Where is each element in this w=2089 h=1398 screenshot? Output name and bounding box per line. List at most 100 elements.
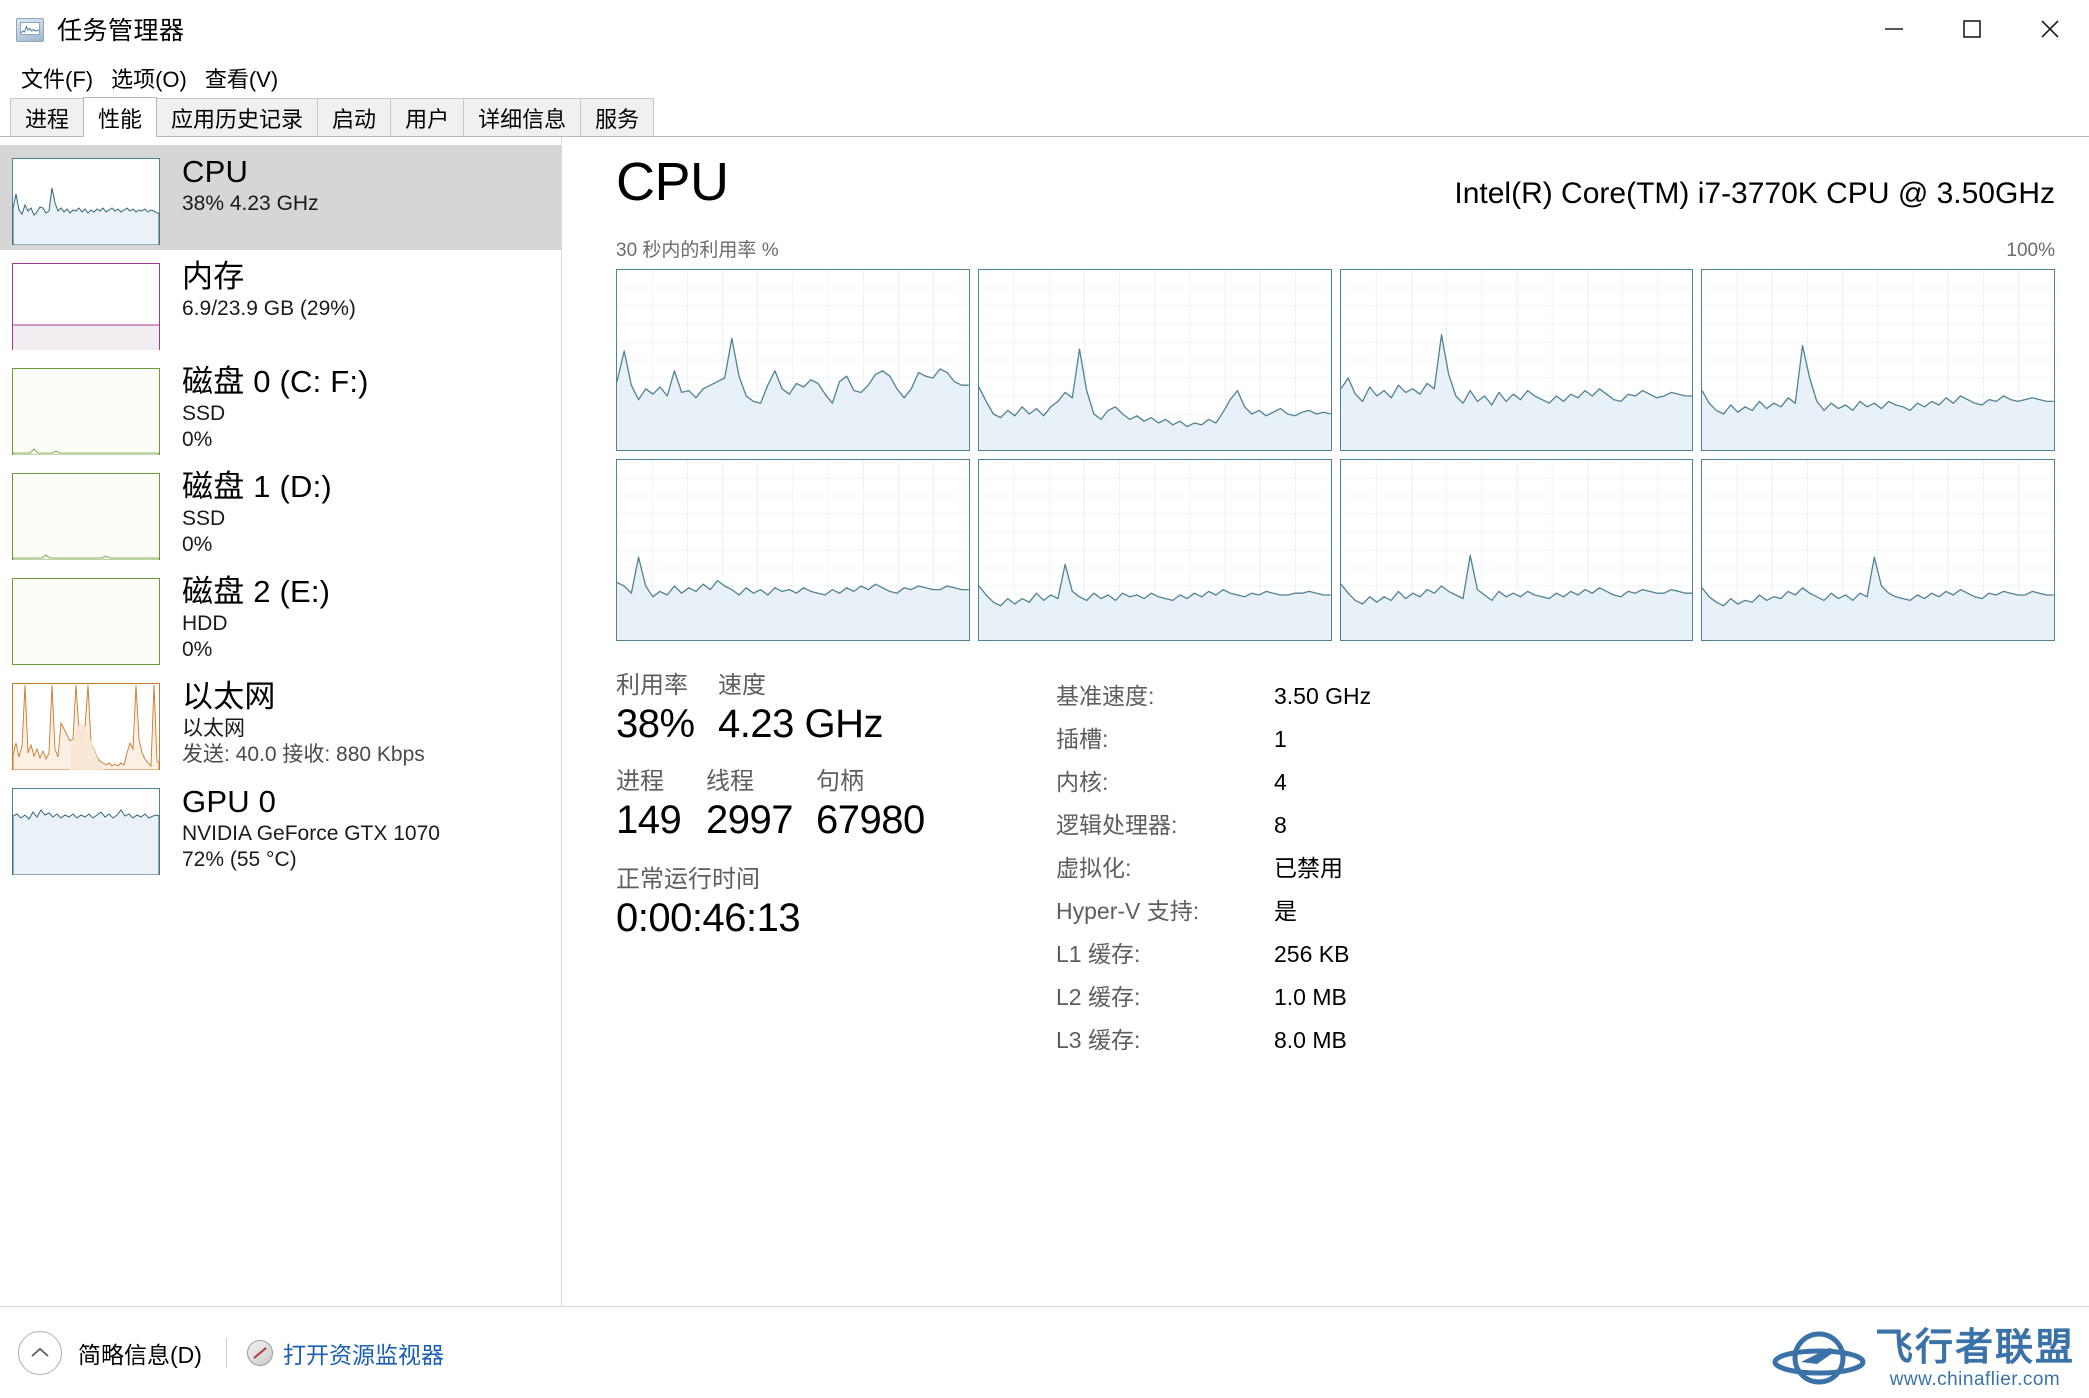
open-resource-monitor-link[interactable]: 打开资源监视器	[283, 1336, 444, 1370]
sidebar-item-memory[interactable]: 内存 6.9/23.9 GB (29%)	[0, 250, 561, 355]
logical-processor-graph-4	[616, 459, 970, 641]
task-manager-window: 任务管理器 文件(F) 选项(O) 查看(V) 进程 性能 应用历史记录 启动 …	[0, 0, 2089, 1398]
tab-startup[interactable]: 启动	[317, 98, 392, 136]
tab-users[interactable]: 用户	[390, 98, 465, 136]
tab-services[interactable]: 服务	[580, 98, 655, 136]
menu-bar: 文件(F) 选项(O) 查看(V)	[0, 58, 2089, 98]
tab-processes[interactable]: 进程	[10, 98, 85, 136]
stat-group-uptime: 正常运行时间 0:00:46:13	[616, 865, 1056, 941]
detail-sockets-key: 插槽:	[1056, 726, 1109, 752]
sidebar-item-disk-2[interactable]: 磁盘 2 (E:) HDD 0%	[0, 565, 561, 670]
stat-utilization-label: 利用率	[616, 672, 688, 699]
detail-cores-key: 内核:	[1056, 769, 1109, 795]
sidebar-cpu-title: CPU	[182, 154, 249, 189]
sidebar-ethernet-title: 以太网	[182, 679, 276, 714]
sidebar-gpu-0-model: NVIDIA GeForce GTX 1070	[182, 821, 440, 845]
watermark-name: 飞行者联盟	[1874, 1327, 2075, 1369]
stat-threads-label: 线程	[706, 768, 754, 795]
cpu-detail-panel: CPU Intel(R) Core(TM) i7-3770K CPU @ 3.5…	[562, 137, 2089, 1306]
logical-processor-graph-0	[616, 269, 970, 451]
sidebar-item-gpu-0[interactable]: GPU 0 NVIDIA GeForce GTX 1070 72% (55 °C…	[0, 775, 561, 880]
detail-hyperv-support-value: 是	[1274, 898, 1297, 924]
sidebar-disk-2-text: 磁盘 2 (E:) HDD 0%	[182, 574, 330, 661]
page-title: CPU	[616, 152, 729, 212]
window-title: 任务管理器	[57, 17, 185, 45]
task-manager-icon	[16, 18, 44, 42]
sidebar-ethernet-text: 以太网 以太网 发送: 40.0 接收: 880 Kbps	[182, 679, 425, 766]
menu-file[interactable]: 文件(F)	[12, 60, 102, 96]
performance-sidebar[interactable]: CPU 38% 4.23 GHz 内存 6.9/23.9 GB (29%) 磁盘…	[0, 137, 562, 1306]
sidebar-item-cpu[interactable]: CPU 38% 4.23 GHz	[0, 145, 561, 250]
maximize-button[interactable]	[1933, 0, 2011, 58]
stat-uptime-value: 0:00:46:13	[616, 896, 801, 940]
sidebar-disk-0-text: 磁盘 0 (C: F:) SSD 0%	[182, 364, 369, 451]
stat-processes: 进程 149	[616, 767, 706, 843]
menu-view[interactable]: 查看(V)	[196, 60, 287, 96]
sidebar-disk-1-title: 磁盘 1 (D:)	[182, 469, 332, 504]
detail-l1-cache-key: L1 缓存:	[1056, 941, 1141, 967]
stat-uptime: 正常运行时间 0:00:46:13	[616, 865, 801, 941]
stat-group-utilization-speed: 利用率 38% 速度 4.23 GHz	[616, 671, 1056, 747]
sidebar-cpu-text: CPU 38% 4.23 GHz	[182, 154, 319, 215]
sidebar-item-ethernet[interactable]: 以太网 以太网 发送: 40.0 接收: 880 Kbps	[0, 670, 561, 775]
disk-2-thumbnail-graph	[12, 578, 160, 665]
cpu-panel-header: CPU Intel(R) Core(TM) i7-3770K CPU @ 3.5…	[616, 155, 2055, 211]
flier-globe-icon	[1772, 1331, 1866, 1385]
content-area: CPU 38% 4.23 GHz 内存 6.9/23.9 GB (29%) 磁盘…	[0, 137, 2089, 1306]
memory-thumbnail-graph	[12, 263, 160, 350]
detail-virtualization-key: 虚拟化:	[1056, 855, 1132, 881]
cpu-thumbnail-graph	[12, 158, 160, 245]
tab-details[interactable]: 详细信息	[463, 98, 582, 136]
detail-l1-cache-value: 256 KB	[1274, 941, 1350, 967]
detail-row-hyperv-support: Hyper-V 支持: 是	[1056, 892, 2055, 926]
detail-logical-processors-value: 8	[1274, 812, 1287, 838]
resource-monitor-icon	[246, 1339, 273, 1366]
sidebar-disk-1-type: SSD	[182, 506, 226, 530]
ethernet-thumbnail-graph	[12, 683, 160, 770]
status-bar: 简略信息(D) 打开资源监视器 飞行者联盟 www.chinaflier.com	[0, 1306, 2089, 1398]
collapse-toggle-button[interactable]	[18, 1330, 62, 1375]
sidebar-item-disk-0[interactable]: 磁盘 0 (C: F:) SSD 0%	[0, 355, 561, 460]
minimize-button[interactable]	[1855, 0, 1933, 58]
sidebar-ethernet-type: 以太网	[182, 716, 245, 740]
stat-group-processes-threads-handles: 进程 149 线程 2997 句柄 67980	[616, 767, 1056, 843]
chevron-up-icon	[31, 1347, 49, 1357]
detail-row-cores: 内核: 4	[1056, 763, 2055, 797]
sidebar-item-disk-1[interactable]: 磁盘 1 (D:) SSD 0%	[0, 460, 561, 565]
title-bar: 任务管理器	[0, 0, 2089, 58]
detail-row-l2-cache: L2 缓存: 1.0 MB	[1056, 978, 2055, 1012]
watermark-text: 飞行者联盟 www.chinaflier.com	[1875, 1329, 2075, 1391]
sidebar-disk-0-type: SSD	[182, 401, 226, 425]
sidebar-disk-2-title: 磁盘 2 (E:)	[182, 574, 331, 609]
stat-processes-value: 149	[616, 798, 682, 842]
sidebar-gpu-0-usage: 72% (55 °C)	[182, 848, 297, 872]
tab-app-history[interactable]: 应用历史记录	[156, 98, 319, 136]
logical-processor-graph-2	[1339, 269, 1694, 451]
cpu-stats-left: 利用率 38% 速度 4.23 GHz 进程 149 线程 2997 句柄 67…	[616, 671, 1056, 1306]
detail-row-virtualization: 虚拟化: 已禁用	[1056, 849, 2055, 883]
detail-row-base-speed: 基准速度: 3.50 GHz	[1056, 677, 2055, 711]
stat-handles-value: 67980	[816, 798, 925, 842]
stat-speed: 速度 4.23 GHz	[718, 671, 958, 747]
sidebar-disk-0-title: 磁盘 0 (C: F:)	[182, 364, 369, 399]
graph-caption-left: 30 秒内的利用率 %	[616, 240, 779, 261]
detail-base-speed-value: 3.50 GHz	[1274, 683, 1372, 709]
logical-processor-graphs[interactable]	[616, 269, 2055, 641]
logical-processor-graph-1	[977, 269, 1332, 451]
detail-l2-cache-value: 1.0 MB	[1274, 984, 1347, 1010]
logical-processor-graph-5	[977, 459, 1332, 641]
stat-speed-value: 4.23 GHz	[718, 702, 883, 746]
tab-performance[interactable]: 性能	[83, 97, 158, 137]
stat-handles: 句柄 67980	[816, 767, 936, 843]
logical-processor-graph-7	[1701, 459, 2055, 641]
sidebar-memory-sub: 6.9/23.9 GB (29%)	[182, 296, 356, 320]
collapse-label[interactable]: 简略信息(D)	[78, 1336, 202, 1370]
close-button[interactable]	[2011, 0, 2089, 58]
disk-1-thumbnail-graph	[12, 473, 160, 560]
sidebar-ethernet-throughput: 发送: 40.0 接收: 880 Kbps	[182, 743, 425, 767]
menu-options[interactable]: 选项(O)	[102, 60, 196, 96]
detail-logical-processors-key: 逻辑处理器:	[1056, 812, 1178, 838]
status-separator	[225, 1337, 227, 1368]
sidebar-memory-text: 内存 6.9/23.9 GB (29%)	[182, 259, 356, 320]
sidebar-disk-1-usage: 0%	[182, 533, 213, 557]
